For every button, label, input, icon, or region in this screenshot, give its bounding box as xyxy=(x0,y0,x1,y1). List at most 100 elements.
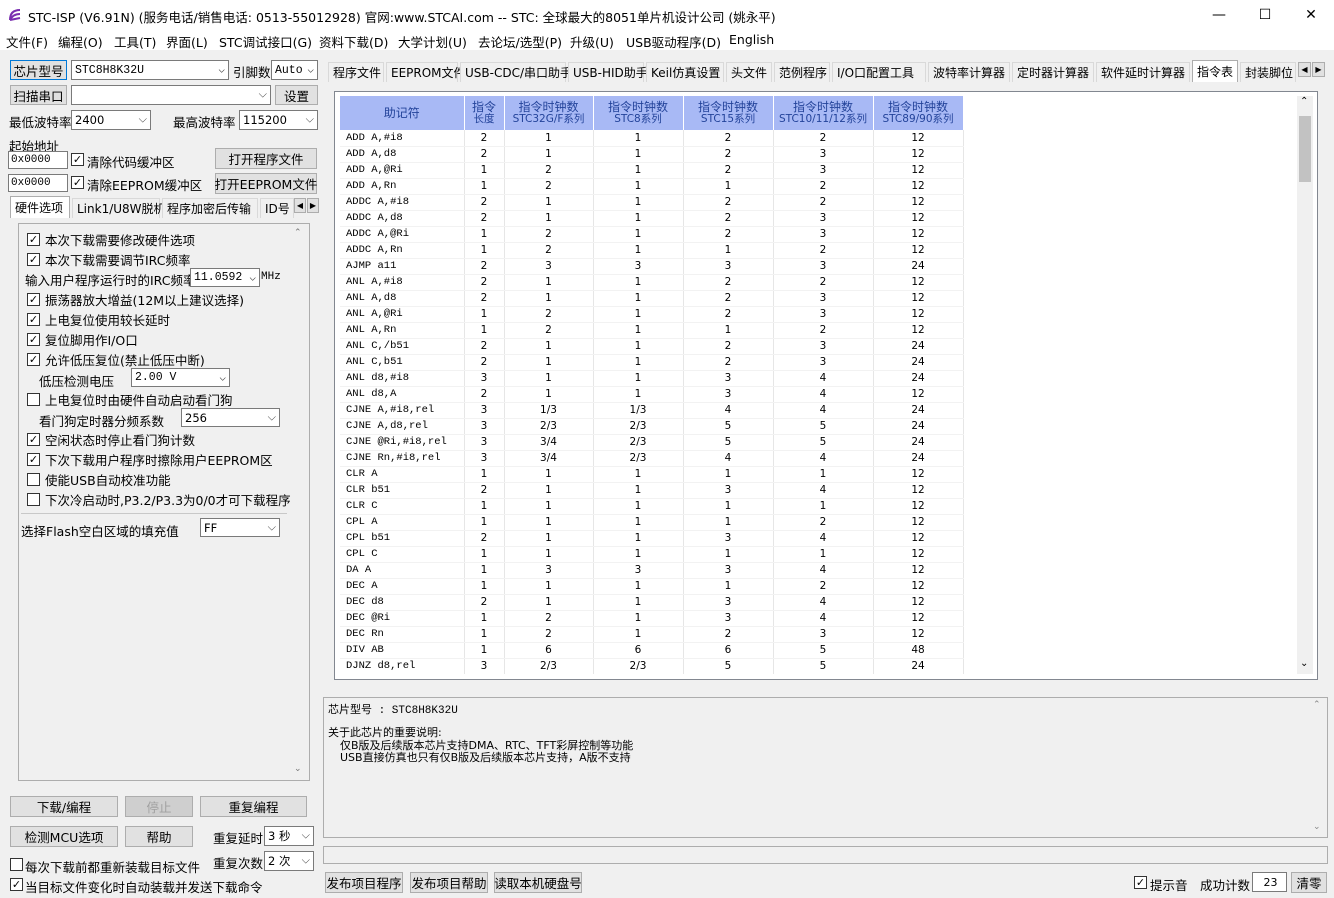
tab-encrypt[interactable]: 程序加密后传输 xyxy=(162,198,258,218)
menu-interface[interactable]: 界面(L) xyxy=(166,32,208,51)
menu-forum[interactable]: 去论坛/选型(P) xyxy=(478,32,562,51)
table-row[interactable]: DA A 1 3 3 3 4 12 xyxy=(340,562,964,579)
table-row[interactable]: ADD A,d8 2 1 1 2 3 12 xyxy=(340,146,964,163)
scroll-down-icon[interactable]: ⌄ xyxy=(294,764,302,774)
table-row[interactable]: DEC d8 2 1 1 3 4 12 xyxy=(340,594,964,611)
tab-header-file[interactable]: 头文件 xyxy=(726,62,772,82)
checkbox-checked[interactable]: ✓ xyxy=(27,233,40,246)
table-row[interactable]: CJNE A,#i8,rel 3 1/3 1/3 4 4 24 xyxy=(340,402,964,419)
scroll-down-icon[interactable]: ⌄ xyxy=(1300,658,1308,669)
tab-examples[interactable]: 范例程序 xyxy=(774,62,830,82)
scroll-up-icon[interactable]: ⌃ xyxy=(1313,700,1321,710)
table-row[interactable]: ADD A,#i8 2 1 1 2 2 12 xyxy=(340,130,964,147)
tab-usb-cdc[interactable]: USB-CDC/串口助手 xyxy=(460,62,572,82)
tab-scroll-left-icon[interactable]: ◀ xyxy=(1298,62,1311,77)
table-row[interactable]: ANL C,/b51 2 1 1 2 3 24 xyxy=(340,338,964,355)
table-row[interactable]: ANL d8,#i8 3 1 1 3 4 24 xyxy=(340,370,964,387)
checkbox-checked[interactable]: ✓ xyxy=(27,433,40,446)
irc-frequency-select[interactable]: 11.0592 ⌵ xyxy=(190,268,260,287)
tab-baud-calc[interactable]: 波特率计算器 xyxy=(928,62,1010,82)
table-row[interactable]: CJNE Rn,#i8,rel 3 3/4 2/3 4 4 24 xyxy=(340,450,964,467)
repeat-times-select[interactable]: 2 次 ⌵ xyxy=(264,851,314,871)
table-row[interactable]: ADD A,Rn 1 2 1 1 2 12 xyxy=(340,178,964,195)
menu-upgrade[interactable]: 升级(U) xyxy=(570,32,614,51)
stop-button[interactable]: 停止 xyxy=(125,796,193,817)
table-row[interactable]: DEC @Ri 1 2 1 3 4 12 xyxy=(340,610,964,627)
table-row[interactable]: ADDC A,@Ri 1 2 1 2 3 12 xyxy=(340,226,964,243)
table-row[interactable]: AJMP a11 2 3 3 3 3 24 xyxy=(340,258,964,275)
hw-scrollbar[interactable]: ⌃ ⌄ xyxy=(291,226,307,778)
hw-option-8[interactable]: ✓ 空闲状态时停止看门狗计数 xyxy=(27,430,195,449)
checkbox-checked[interactable]: ✓ xyxy=(27,333,40,346)
table-row[interactable]: ANL d8,A 2 1 1 3 4 12 xyxy=(340,386,964,403)
tab-scroll-right-icon[interactable]: ▶ xyxy=(307,198,319,213)
table-row[interactable]: DEC Rn 1 2 1 2 3 12 xyxy=(340,626,964,643)
menu-program[interactable]: 编程(O) xyxy=(58,32,103,51)
scroll-up-icon[interactable]: ⌃ xyxy=(1300,96,1308,107)
menu-usb-driver[interactable]: USB驱动程序(D) xyxy=(626,32,721,51)
table-row[interactable]: ADDC A,Rn 1 2 1 1 2 12 xyxy=(340,242,964,259)
checkbox-unchecked[interactable] xyxy=(27,473,40,486)
tab-eeprom-file[interactable]: EEPROM文件 xyxy=(386,62,466,82)
pin-count-select[interactable]: Auto ⌵ xyxy=(271,60,318,80)
settings-button[interactable]: 设置 xyxy=(275,85,318,105)
checkbox-checked[interactable]: ✓ xyxy=(27,313,40,326)
tab-scroll-right-icon[interactable]: ▶ xyxy=(1312,62,1325,77)
hw-option-11[interactable]: 下次冷启动时,P3.2/P3.3为0/0才可下载程序 xyxy=(27,490,291,509)
table-row[interactable]: DEC A 1 1 1 1 2 12 xyxy=(340,578,964,595)
clear-eeprom-checkbox[interactable]: ✓ xyxy=(71,176,84,189)
menu-download[interactable]: 资料下载(D) xyxy=(319,32,388,51)
eeprom-address-input[interactable]: 0x0000 xyxy=(8,174,68,192)
scroll-up-icon[interactable]: ⌃ xyxy=(294,228,302,238)
publish-help-button[interactable]: 发布项目帮助 xyxy=(410,872,488,893)
menu-tools[interactable]: 工具(T) xyxy=(114,32,156,51)
hw-option-2[interactable]: ✓ 本次下载需要调节IRC频率 xyxy=(27,250,190,269)
tab-program-file[interactable]: 程序文件 xyxy=(328,62,384,82)
publish-program-button[interactable]: 发布项目程序 xyxy=(325,872,403,893)
table-row[interactable]: DIV AB 1 6 6 6 5 48 xyxy=(340,642,964,659)
hw-option-3[interactable]: ✓ 振荡器放大增益(12M以上建议选择) xyxy=(27,290,244,309)
auto-send-checkbox[interactable]: ✓ xyxy=(10,878,23,891)
table-row[interactable]: CJNE A,d8,rel 3 2/3 2/3 5 5 24 xyxy=(340,418,964,435)
hw-option-1[interactable]: ✓ 本次下载需要修改硬件选项 xyxy=(27,230,195,249)
tab-id[interactable]: ID号 xyxy=(260,198,294,218)
min-baud-select[interactable]: 2400 ⌵ xyxy=(71,110,151,130)
table-row[interactable]: CLR C 1 1 1 1 1 12 xyxy=(340,498,964,515)
checkbox-checked[interactable]: ✓ xyxy=(27,453,40,466)
repeat-delay-select[interactable]: 3 秒 ⌵ xyxy=(264,826,314,846)
table-row[interactable]: ADDC A,d8 2 1 1 2 3 12 xyxy=(340,210,964,227)
table-row[interactable]: ANL A,d8 2 1 1 2 3 12 xyxy=(340,290,964,307)
flash-fill-select[interactable]: FF ⌵ xyxy=(200,518,280,537)
scroll-down-icon[interactable]: ⌄ xyxy=(1313,822,1321,832)
beep-checkbox[interactable]: ✓ xyxy=(1134,876,1147,889)
tab-instruction-table[interactable]: 指令表 xyxy=(1192,60,1238,82)
clear-count-button[interactable]: 清零 xyxy=(1291,872,1327,893)
hw-option-6[interactable]: ✓ 允许低压复位(禁止低压中断) xyxy=(27,350,205,369)
tab-package[interactable]: 封装脚位 xyxy=(1240,62,1296,82)
table-row[interactable]: ADD A,@Ri 1 2 1 2 3 12 xyxy=(340,162,964,179)
menu-english[interactable]: English xyxy=(729,32,774,47)
hw-option-10[interactable]: 使能USB自动校准功能 xyxy=(27,470,171,489)
tab-delay-calc[interactable]: 软件延时计算器 xyxy=(1096,62,1190,82)
chip-model-button[interactable]: 芯片型号 xyxy=(10,60,67,80)
close-button[interactable]: ✕ xyxy=(1288,0,1334,30)
hw-option-9[interactable]: ✓ 下次下载用户程序时擦除用户EEPROM区 xyxy=(27,450,273,469)
tab-usb-hid[interactable]: USB-HID助手 xyxy=(568,62,648,82)
watchdog-divider-select[interactable]: 256 ⌵ xyxy=(181,408,280,427)
checkbox-checked[interactable]: ✓ xyxy=(27,353,40,366)
max-baud-select[interactable]: 115200 ⌵ xyxy=(239,110,318,130)
hw-option-4[interactable]: ✓ 上电复位使用较长延时 xyxy=(27,310,170,329)
repeat-program-button[interactable]: 重复编程 xyxy=(200,796,307,817)
scroll-thumb[interactable] xyxy=(1299,116,1311,182)
tab-link1[interactable]: Link1/U8W脱机 xyxy=(72,198,166,218)
tab-io-config[interactable]: I/O口配置工具 xyxy=(832,62,926,82)
hw-option-7[interactable]: 上电复位时由硬件自动启动看门狗 xyxy=(27,390,233,409)
minimize-button[interactable]: — xyxy=(1196,0,1242,30)
port-select[interactable]: ⌵ xyxy=(71,85,271,105)
maximize-button[interactable]: ☐ xyxy=(1242,0,1288,30)
scan-port-button[interactable]: 扫描串口 xyxy=(10,85,67,105)
menu-debug[interactable]: STC调试接口(G) xyxy=(219,32,312,51)
table-row[interactable]: CPL b51 2 1 1 3 4 12 xyxy=(340,530,964,547)
table-row[interactable]: CLR b51 2 1 1 3 4 12 xyxy=(340,482,964,499)
table-row[interactable]: DJNZ d8,rel 3 2/3 2/3 5 5 24 xyxy=(340,658,964,674)
